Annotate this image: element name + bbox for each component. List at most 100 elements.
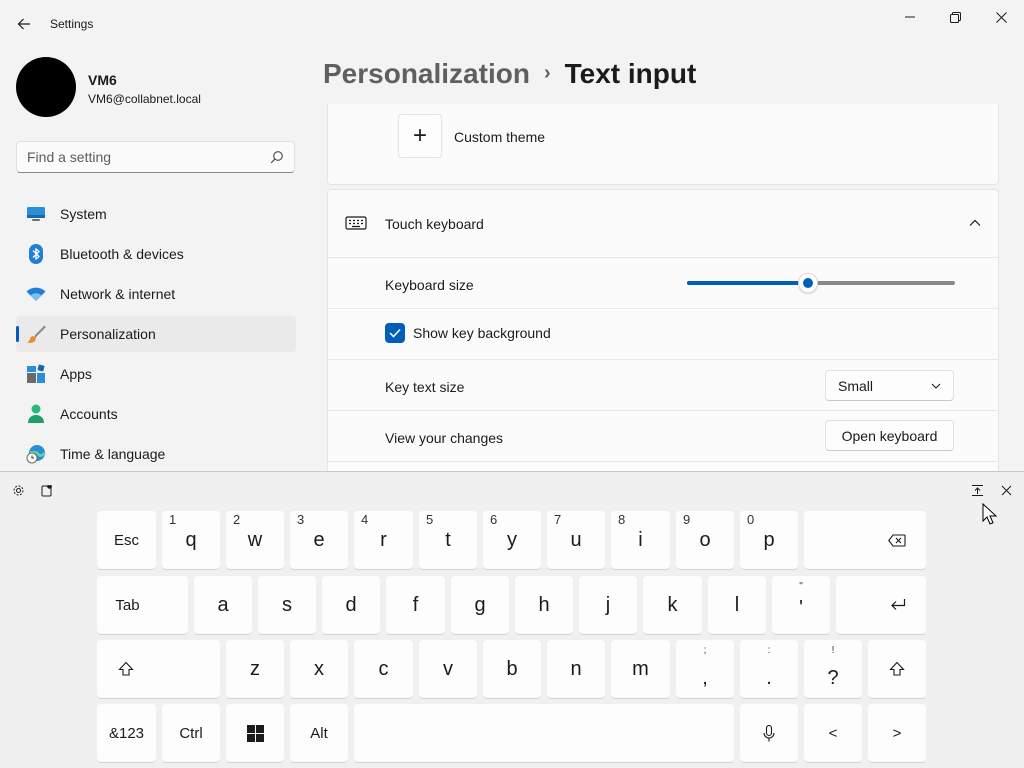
emoji-icon <box>41 484 52 496</box>
key-text-size-dropdown[interactable]: Small <box>825 370 954 401</box>
key-right-shift[interactable] <box>868 640 926 698</box>
key-v[interactable]: v <box>419 640 477 698</box>
arrow-left-icon <box>17 18 30 30</box>
key-g[interactable]: g <box>451 576 509 634</box>
slider-thumb[interactable] <box>797 273 818 293</box>
key-s[interactable]: s <box>258 576 316 634</box>
key-y[interactable]: 6y <box>483 511 541 569</box>
key-question[interactable]: !? <box>804 640 862 698</box>
monitor-icon <box>26 204 46 224</box>
mouse-cursor-icon <box>982 503 998 525</box>
chevron-up-icon <box>969 219 981 226</box>
sidebar-item-label: Apps <box>60 366 92 382</box>
key-symbols[interactable]: &123 <box>97 704 156 762</box>
key-i[interactable]: 8i <box>611 511 670 569</box>
sidebar-item-bluetooth[interactable]: Bluetooth & devices <box>16 236 296 272</box>
key-enter[interactable] <box>836 576 926 634</box>
key-arrow-right[interactable]: > <box>868 704 926 762</box>
key-k[interactable]: k <box>643 576 702 634</box>
search-icon[interactable] <box>270 150 284 164</box>
maximize-button[interactable] <box>932 4 978 30</box>
keyboard-toolbar <box>0 472 1024 508</box>
key-r[interactable]: 4r <box>354 511 413 569</box>
key-m[interactable]: m <box>611 640 670 698</box>
key-q[interactable]: 1q <box>162 511 220 569</box>
key-z[interactable]: z <box>226 640 284 698</box>
key-comma[interactable]: ;, <box>676 640 734 698</box>
shift-icon <box>889 661 905 676</box>
key-o[interactable]: 9o <box>676 511 734 569</box>
key-tab[interactable]: Tab <box>97 576 188 634</box>
enter-icon <box>891 599 906 610</box>
sidebar-item-system[interactable]: System <box>16 196 296 232</box>
key-e[interactable]: 3e <box>290 511 348 569</box>
checkmark-icon <box>389 328 401 338</box>
key-backspace[interactable] <box>804 511 926 569</box>
keyboard-settings-button[interactable] <box>10 482 26 498</box>
key-b[interactable]: b <box>483 640 541 698</box>
custom-theme-card: + Custom theme <box>327 104 999 185</box>
keyboard-size-slider[interactable] <box>687 273 955 293</box>
key-windows[interactable] <box>226 704 284 762</box>
add-custom-theme-button[interactable]: + <box>398 114 442 158</box>
sidebar-nav: System Bluetooth & devices Network & int… <box>16 196 296 476</box>
touch-keyboard-title: Touch keyboard <box>385 216 484 232</box>
back-button[interactable] <box>12 12 36 36</box>
key-left-shift[interactable] <box>97 640 220 698</box>
key-a[interactable]: a <box>194 576 252 634</box>
key-esc[interactable]: Esc <box>97 511 156 569</box>
wifi-icon <box>26 284 46 304</box>
sidebar-item-label: Accounts <box>60 406 118 422</box>
breadcrumb-parent[interactable]: Personalization <box>323 58 530 89</box>
key-d[interactable]: d <box>322 576 380 634</box>
close-icon <box>995 11 1007 23</box>
user-name: VM6 <box>88 72 117 88</box>
globe-clock-icon <box>26 444 46 464</box>
user-profile[interactable]: VM6 VM6@collabnet.local <box>16 57 306 117</box>
key-space[interactable] <box>354 704 734 762</box>
close-keyboard-button[interactable] <box>998 482 1014 498</box>
show-key-background-row: Show key background <box>328 308 998 359</box>
key-h[interactable]: h <box>515 576 573 634</box>
sidebar-item-network[interactable]: Network & internet <box>16 276 296 312</box>
key-ctrl[interactable]: Ctrl <box>162 704 220 762</box>
backspace-icon <box>888 533 906 547</box>
key-p[interactable]: 0p <box>740 511 798 569</box>
key-w[interactable]: 2w <box>226 511 284 569</box>
touch-keyboard-header[interactable]: Touch keyboard <box>328 190 998 257</box>
key-t[interactable]: 5t <box>419 511 477 569</box>
open-keyboard-button[interactable]: Open keyboard <box>825 420 954 451</box>
key-arrow-left[interactable]: < <box>804 704 862 762</box>
minimize-button[interactable] <box>887 4 933 30</box>
chevron-down-icon <box>931 383 941 389</box>
keyboard-size-label: Keyboard size <box>385 277 474 293</box>
key-c[interactable]: c <box>354 640 413 698</box>
key-f[interactable]: f <box>386 576 445 634</box>
emoji-button[interactable] <box>39 482 55 498</box>
dock-keyboard-button[interactable] <box>969 482 985 498</box>
key-text-size-row: Key text size Small <box>328 359 998 410</box>
microphone-icon <box>763 724 775 741</box>
sidebar-item-time-language[interactable]: Time & language <box>16 436 296 472</box>
key-apostrophe[interactable]: " ' <box>772 576 830 634</box>
key-x[interactable]: x <box>290 640 348 698</box>
key-period[interactable]: :. <box>740 640 798 698</box>
sidebar-item-label: Bluetooth & devices <box>60 246 184 262</box>
sidebar-item-apps[interactable]: Apps <box>16 356 296 392</box>
breadcrumb: Personalization › Text input <box>323 58 696 90</box>
slider-fill <box>687 281 808 285</box>
show-key-background-checkbox[interactable] <box>385 323 405 343</box>
page-title: Text input <box>564 58 697 89</box>
key-text-size-value: Small <box>838 378 874 394</box>
sidebar-item-personalization[interactable]: Personalization <box>16 316 296 352</box>
search-input[interactable] <box>27 142 267 172</box>
sidebar-item-label: Network & internet <box>60 286 176 302</box>
key-alt[interactable]: Alt <box>290 704 348 762</box>
key-u[interactable]: 7u <box>547 511 605 569</box>
key-l[interactable]: l <box>708 576 766 634</box>
key-dictation[interactable] <box>740 704 798 762</box>
key-j[interactable]: j <box>579 576 637 634</box>
close-window-button[interactable] <box>978 4 1024 30</box>
sidebar-item-accounts[interactable]: Accounts <box>16 396 296 432</box>
key-n[interactable]: n <box>547 640 605 698</box>
